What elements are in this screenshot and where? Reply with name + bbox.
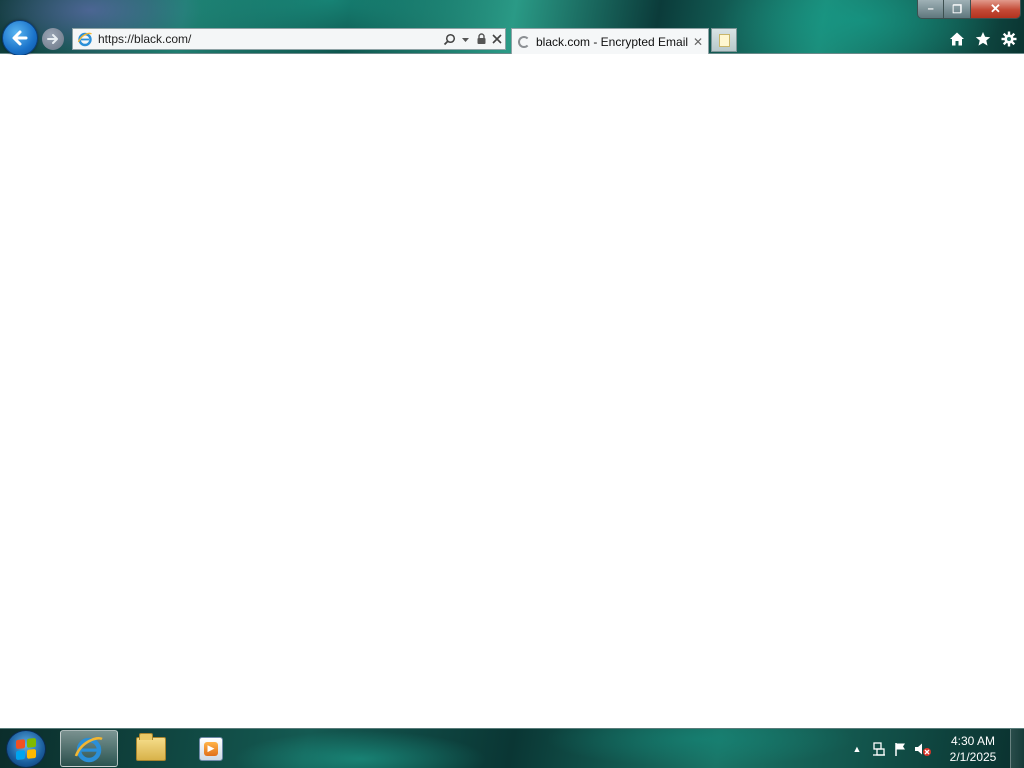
system-tray: ▲ 4:30 AM 2/1/2025 <box>846 729 1024 768</box>
address-input[interactable] <box>94 30 441 48</box>
home-icon[interactable] <box>948 30 966 48</box>
chevron-down-icon[interactable] <box>457 30 473 48</box>
tab-active[interactable]: black.com - Encrypted Email ✕ <box>511 28 709 54</box>
tab-close-button[interactable]: ✕ <box>690 35 706 49</box>
back-arrow-icon <box>12 30 28 46</box>
back-button[interactable] <box>2 20 38 56</box>
tab-title: black.com - Encrypted Email <box>536 34 689 49</box>
clock[interactable]: 4:30 AM 2/1/2025 <box>938 733 1008 765</box>
action-center-flag-icon[interactable] <box>890 738 912 760</box>
page-content <box>0 55 1024 728</box>
taskbar-windows-explorer[interactable] <box>122 730 180 767</box>
address-bar <box>72 28 506 50</box>
taskbar-internet-explorer[interactable] <box>60 730 118 767</box>
start-button[interactable] <box>6 730 46 768</box>
internet-explorer-icon <box>74 736 103 762</box>
forward-arrow-icon <box>47 34 58 44</box>
gear-icon[interactable] <box>1000 30 1018 48</box>
restore-button[interactable]: ❐ <box>944 0 971 18</box>
show-hidden-icons-icon[interactable]: ▲ <box>846 738 868 760</box>
close-icon[interactable] <box>489 30 505 48</box>
taskbar: ▶ ▲ 4:30 AM 2/1/2025 <box>0 728 1024 768</box>
volume-muted-icon[interactable] <box>912 738 934 760</box>
media-player-icon: ▶ <box>199 736 223 761</box>
browser-chrome: – ❐ ✕ https://black.com/ black.com - Enc… <box>0 0 1024 56</box>
command-tools <box>948 28 1018 50</box>
taskbar-media-player[interactable]: ▶ <box>182 730 240 767</box>
forward-button[interactable] <box>42 28 64 50</box>
clock-time: 4:30 AM <box>950 734 996 748</box>
ie-site-icon <box>76 30 94 48</box>
network-icon[interactable] <box>868 738 890 760</box>
windows-logo-icon <box>16 737 36 761</box>
star-icon[interactable] <box>974 30 992 48</box>
loading-spinner-icon <box>518 35 530 48</box>
close-window-button[interactable]: ✕ <box>970 0 1020 18</box>
new-tab-icon <box>718 33 730 47</box>
new-tab-button[interactable] <box>711 28 737 52</box>
folder-icon <box>136 732 166 761</box>
lock-icon[interactable] <box>473 30 489 48</box>
clock-date: 2/1/2025 <box>949 750 997 764</box>
search-icon[interactable] <box>441 30 457 48</box>
show-desktop-button[interactable] <box>1010 729 1024 768</box>
minimize-button[interactable]: – <box>918 0 945 18</box>
window-controls: – ❐ ✕ <box>917 0 1021 19</box>
